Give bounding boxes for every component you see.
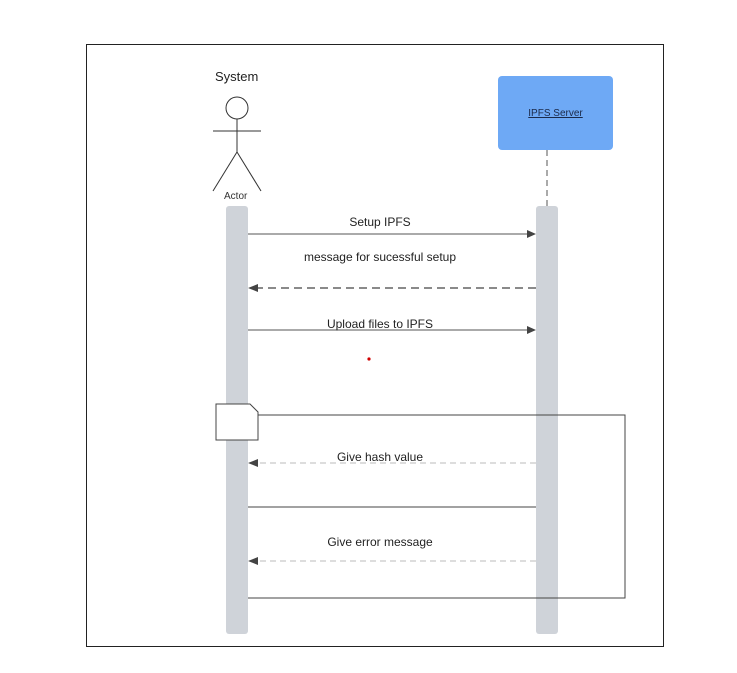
arrowhead-give-error [248, 557, 258, 565]
arrowhead-setup-ipfs [527, 230, 536, 238]
red-marker-dot [367, 357, 371, 361]
message-give-error: Give error message [327, 535, 433, 549]
arrowhead-give-hash [248, 459, 258, 467]
arrowhead-success-reply [248, 284, 258, 292]
alt-fragment-tab [215, 403, 259, 441]
message-give-hash: Give hash value [336, 450, 424, 464]
arrowhead-upload-files [527, 326, 536, 334]
message-upload-files: Upload files to IPFS [326, 317, 434, 331]
message-setup-ipfs: Setup IPFS [349, 215, 411, 229]
message-arrows [215, 150, 626, 599]
message-success-setup: message for sucessful setup [303, 250, 457, 264]
